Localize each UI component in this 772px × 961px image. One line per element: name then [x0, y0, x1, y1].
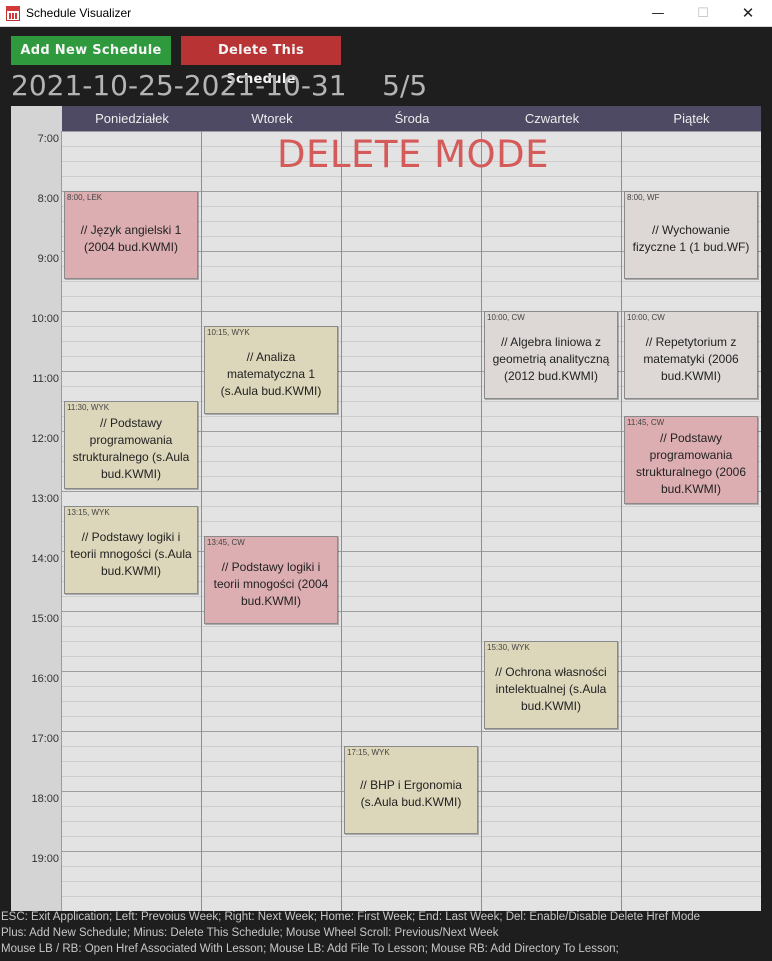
lesson-name: // Ochrona własności intelektualnej (s.A… — [495, 664, 607, 713]
lesson-block[interactable]: 11:45, CW // Podstawy programowania stru… — [624, 416, 758, 504]
time-label-12: 12:00 — [31, 433, 59, 445]
lesson-name: // Repetytorium z matematyki (2006 bud.K… — [643, 334, 739, 383]
calendar-app-icon — [6, 6, 20, 21]
minimize-button[interactable]: — — [635, 0, 681, 27]
quarter-grid-line — [62, 716, 761, 717]
lesson-block[interactable]: 11:30, WYK // Podstawy programowania str… — [64, 401, 198, 489]
day-divider — [621, 131, 622, 911]
quarter-grid-line — [62, 881, 761, 882]
lesson-block[interactable]: 8:00, WF // Wychowanie fizyczne 1 (1 bud… — [624, 191, 758, 279]
lesson-block[interactable]: 10:00, CW // Repetytorium z matematyki (… — [624, 311, 758, 399]
quarter-grid-line — [62, 281, 761, 282]
time-label-14: 14:00 — [31, 553, 59, 565]
day-divider — [341, 131, 342, 911]
maximize-button[interactable]: ☐ — [680, 0, 726, 27]
lesson-block[interactable]: 13:15, WYK // Podstawy logiki i teorii m… — [64, 506, 198, 594]
delete-mode-overlay: DELETE MODE — [277, 133, 550, 176]
hour-grid-line — [62, 671, 761, 672]
time-label-11: 11:00 — [32, 373, 59, 385]
lesson-block[interactable]: 17:15, WYK // BHP i Ergonomia (s.Aula bu… — [344, 746, 478, 834]
quarter-grid-line — [62, 596, 761, 597]
time-label-9: 9:00 — [37, 253, 59, 265]
add-schedule-button[interactable]: Add New Schedule — [11, 36, 171, 65]
time-label-17: 17:00 — [31, 733, 59, 745]
time-label-10: 10:00 — [31, 313, 59, 325]
lesson-name: // Wychowanie fizyczne 1 (1 bud.WF) — [632, 223, 750, 254]
lesson-block[interactable]: 13:45, CW // Podstawy logiki i teorii mn… — [204, 536, 338, 624]
day-header-monday: Poniedziałek — [95, 111, 169, 126]
time-label-18: 18:00 — [31, 793, 59, 805]
delete-schedule-button[interactable]: Delete This Schedule — [181, 36, 341, 87]
quarter-grid-line — [62, 296, 761, 297]
lesson-name: // Algebra liniowa z geometrią analitycz… — [492, 334, 610, 383]
lesson-name: // Podstawy logiki i teorii mnogości (s.… — [70, 529, 192, 578]
time-label-19: 19:00 — [31, 853, 59, 865]
day-divider — [201, 131, 202, 911]
quarter-grid-line — [62, 836, 761, 837]
title-bar: Schedule Visualizer — ☐ ✕ — [0, 0, 772, 27]
day-header-thursday: Czwartek — [524, 111, 580, 126]
hour-grid-line — [62, 131, 761, 132]
quarter-grid-line — [62, 896, 761, 897]
help-line-keys: ESC: Exit Application; Left: Prevoius We… — [1, 911, 701, 923]
time-column — [11, 106, 62, 911]
lesson-name: // BHP i Ergonomia (s.Aula bud.KWMI) — [360, 778, 462, 809]
day-header-tuesday: Wtorek — [251, 111, 293, 126]
lesson-name: // Analiza matematyczna 1 (s.Aula bud.KW… — [220, 349, 322, 398]
quarter-grid-line — [62, 866, 761, 867]
header-corner — [11, 106, 62, 131]
lesson-block[interactable]: 8:00, LEK // Język angielski 1 (2004 bud… — [64, 191, 198, 279]
time-label-16: 16:00 — [31, 673, 59, 685]
day-divider — [481, 131, 482, 911]
lesson-name: // Podstawy programowania strukturalnego… — [72, 416, 190, 481]
lesson-block[interactable]: 15:30, WYK // Ochrona własności intelekt… — [484, 641, 618, 729]
quarter-grid-line — [62, 701, 761, 702]
quarter-grid-line — [62, 656, 761, 657]
quarter-grid-line — [62, 686, 761, 687]
week-calendar[interactable]: Poniedziałek Wtorek Środa Czwartek Piąte… — [11, 106, 761, 911]
quarter-grid-line — [62, 641, 761, 642]
quarter-grid-line — [62, 176, 761, 177]
help-line-mouse: Mouse LB / RB: Open Href Associated With… — [1, 943, 619, 955]
lesson-name: // Podstawy programowania strukturalnego… — [635, 431, 747, 496]
day-header-friday: Piątek — [673, 111, 710, 126]
day-header-wednesday: Środa — [394, 111, 430, 126]
hour-grid-line — [62, 731, 761, 732]
time-label-13: 13:00 — [31, 493, 59, 505]
help-line-actions: Plus: Add New Schedule; Minus: Delete Th… — [1, 927, 499, 939]
quarter-grid-line — [62, 626, 761, 627]
time-label-15: 15:00 — [31, 613, 59, 625]
lesson-name: // Język angielski 1 (2004 bud.KWMI) — [80, 223, 182, 254]
window-title: Schedule Visualizer — [26, 6, 132, 20]
lesson-block[interactable]: 10:15, WYK // Analiza matematyczna 1 (s.… — [204, 326, 338, 414]
hour-grid-line — [62, 611, 761, 612]
lesson-block[interactable]: 10:00, CW // Algebra liniowa z geometrią… — [484, 311, 618, 399]
lesson-name: // Podstawy logiki i teorii mnogości (20… — [213, 559, 329, 608]
hour-grid-line — [62, 851, 761, 852]
close-button[interactable]: ✕ — [725, 0, 771, 27]
week-range-title: 2021-10-25-2021-10-31 5/5 — [11, 69, 428, 102]
time-label-7: 7:00 — [37, 133, 59, 145]
time-label-8: 8:00 — [37, 193, 59, 205]
